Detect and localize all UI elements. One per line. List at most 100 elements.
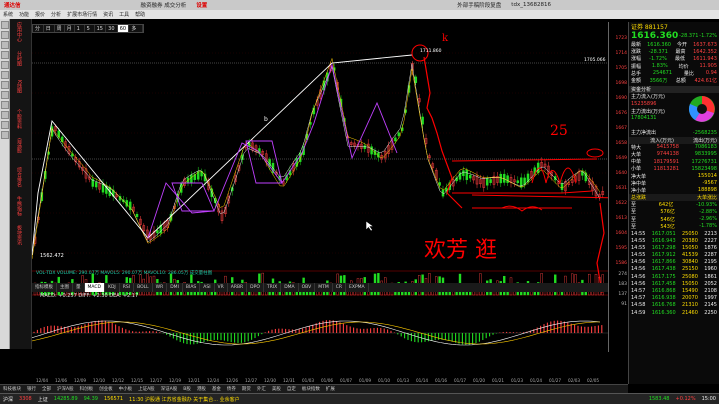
menu-system[interactable]: 系统 — [0, 11, 16, 18]
date-tick: 12/09 — [74, 378, 87, 383]
quote-row-cell: 振幅 — [631, 63, 642, 70]
nav-app-center[interactable]: 应用中心 — [16, 22, 23, 48]
indicator-tab[interactable]: MACD — [84, 283, 105, 292]
menu-function[interactable]: 功能 — [16, 11, 32, 18]
nav-minute-chart[interactable]: 分时图 — [16, 51, 23, 77]
nav-ranking[interactable]: 综合排名 — [16, 167, 23, 193]
channel-tool-icon[interactable] — [1, 51, 9, 59]
indicator-tab[interactable]: DMA — [281, 283, 299, 292]
market-tab[interactable]: 全部 — [39, 385, 54, 393]
indicator-tab[interactable]: TRIX — [264, 283, 282, 292]
nav-stock-info[interactable]: 个股资料 — [16, 109, 23, 135]
settings-link[interactable]: 设置 — [196, 1, 207, 9]
market-tab[interactable]: 板块指数 — [299, 385, 323, 393]
indicator-tab[interactable]: 量 — [73, 283, 85, 292]
market-tab[interactable]: 上证A股 — [135, 385, 158, 393]
board-table: 至 642亿 -10.93% 至 576亿 -2.88% 至 546亿 -2.96% 至 543亿 -… — [629, 201, 719, 230]
nav-kline[interactable]: K线图 — [16, 80, 23, 106]
nav-watchlist[interactable]: 自选股 — [16, 138, 23, 164]
period-tab[interactable]: 多周期 — [129, 25, 143, 48]
market-tab[interactable]: 美股 — [269, 385, 284, 393]
flow-row-cell: 中单 — [631, 159, 642, 166]
market-tab[interactable]: 深证A股 — [158, 385, 181, 393]
news-ticker[interactable]: 11:30 沪股通 江苏省金融办 关于集合... 业余客户 — [129, 396, 240, 403]
net-order-row-cell: -9567 — [702, 180, 717, 187]
market-tab[interactable]: 科技板块 — [0, 385, 24, 393]
period-tab[interactable]: 周 — [55, 25, 65, 32]
indicator-tab[interactable]: OBV — [299, 283, 316, 292]
period-tab[interactable]: 日线 — [44, 25, 55, 40]
period-tab[interactable]: 1分 — [75, 25, 85, 40]
market-tab[interactable]: 中小板 — [116, 385, 136, 393]
volume-tick: 183 — [618, 282, 627, 287]
market-tab[interactable]: 扩展 — [323, 385, 338, 393]
indicator-tab[interactable]: EXPMA — [346, 283, 369, 292]
indicator-tab[interactable]: 指标模板 — [32, 283, 57, 292]
arrow-tool-icon[interactable] — [1, 91, 9, 99]
cursor-icon[interactable] — [1, 21, 9, 29]
period-tab-selected[interactable]: 60分 — [117, 25, 130, 40]
period-tab[interactable]: 5分 — [85, 25, 95, 40]
panel-header: 证券 881157 — [629, 22, 719, 31]
period-tab[interactable]: 15分 — [95, 25, 107, 40]
lock-icon[interactable] — [1, 121, 9, 129]
indicator-tab[interactable]: ARBR — [228, 283, 248, 292]
indicator-tab[interactable]: BOLL — [134, 283, 153, 292]
market-tab[interactable]: 科创板 — [77, 385, 97, 393]
menu-analysis[interactable]: 分析 — [48, 11, 64, 18]
indicator-tab[interactable]: MTM — [315, 283, 333, 292]
indicator-tab[interactable]: CR — [333, 283, 347, 292]
tick-row: 14:56 1617.866 30840 2195 — [629, 259, 719, 266]
indicator-tab[interactable]: ASI — [200, 283, 215, 292]
indicator-tab[interactable]: 主图 — [57, 283, 73, 292]
ray-tool-icon[interactable] — [1, 41, 9, 49]
period-tab[interactable]: 分钟 — [33, 25, 44, 40]
market-tab[interactable]: 债券 — [224, 385, 239, 393]
market-tab[interactable]: B股 — [180, 385, 194, 393]
nav-sector-news[interactable]: 板块资讯 — [16, 225, 23, 251]
market-tab[interactable]: 港股 — [194, 385, 209, 393]
indicator-tab[interactable]: KDJ — [105, 283, 120, 292]
menu-info[interactable]: 资讯 — [100, 11, 116, 18]
date-tick: 02/05 — [587, 378, 600, 383]
market-tab[interactable]: 银行 — [24, 385, 39, 393]
indicator-tab[interactable]: RSI — [120, 283, 135, 292]
pen-tool-icon[interactable] — [1, 101, 9, 109]
menu-quote[interactable]: 报价 — [32, 11, 48, 18]
indicator-tab[interactable]: BIAS — [183, 283, 201, 292]
tick-row-cell: 14:55 — [631, 230, 646, 237]
menu-extended[interactable]: 扩展市场行情 — [64, 11, 100, 18]
quote-row-cell: 总手 — [631, 70, 642, 77]
right-pct: +0.12% — [675, 396, 696, 402]
delete-icon[interactable] — [1, 131, 9, 139]
period-tab[interactable]: 30分 — [106, 25, 118, 40]
market-tab[interactable]: 期货 — [239, 385, 254, 393]
market-tab[interactable]: 创业板 — [96, 385, 116, 393]
menu-help[interactable]: 帮助 — [132, 11, 148, 18]
period-tab[interactable]: 月 — [65, 25, 75, 32]
kline-chart[interactable]: 1562.472 1711.860 1705.066 b VOL-TDX VOL… — [32, 33, 608, 351]
price-tick: 1698 — [615, 81, 627, 86]
menu-tools[interactable]: 工具 — [116, 11, 132, 18]
eraser-tool-icon[interactable] — [1, 111, 9, 119]
fib-tool-icon[interactable] — [1, 61, 9, 69]
nav-indicator[interactable]: 牛熊指标 — [16, 196, 23, 222]
text-tool-icon[interactable] — [1, 81, 9, 89]
tick-row-cell: 14:59 — [631, 309, 646, 316]
price-tick: 1595 — [615, 246, 627, 251]
trend-lines — [32, 54, 413, 256]
indicator-tab[interactable]: DPO — [247, 283, 264, 292]
date-tick: 12/04 — [36, 378, 49, 383]
indicator-tab[interactable]: WR — [153, 283, 168, 292]
indicator-tab[interactable]: DMI — [167, 283, 183, 292]
board-row-cell: 576亿 — [660, 209, 675, 216]
quote-row: 最新 1616.360 今开 1637.673 — [629, 41, 719, 49]
index2-name: 上证 — [37, 396, 48, 403]
market-tab[interactable]: 基金 — [209, 385, 224, 393]
market-tab[interactable]: 外汇 — [254, 385, 269, 393]
market-tab[interactable]: 自定 — [284, 385, 299, 393]
market-tab[interactable]: 沪深A股 — [54, 385, 77, 393]
line-tool-icon[interactable] — [1, 31, 9, 39]
indicator-tab[interactable]: VR — [215, 283, 228, 292]
rect-tool-icon[interactable] — [1, 71, 9, 79]
